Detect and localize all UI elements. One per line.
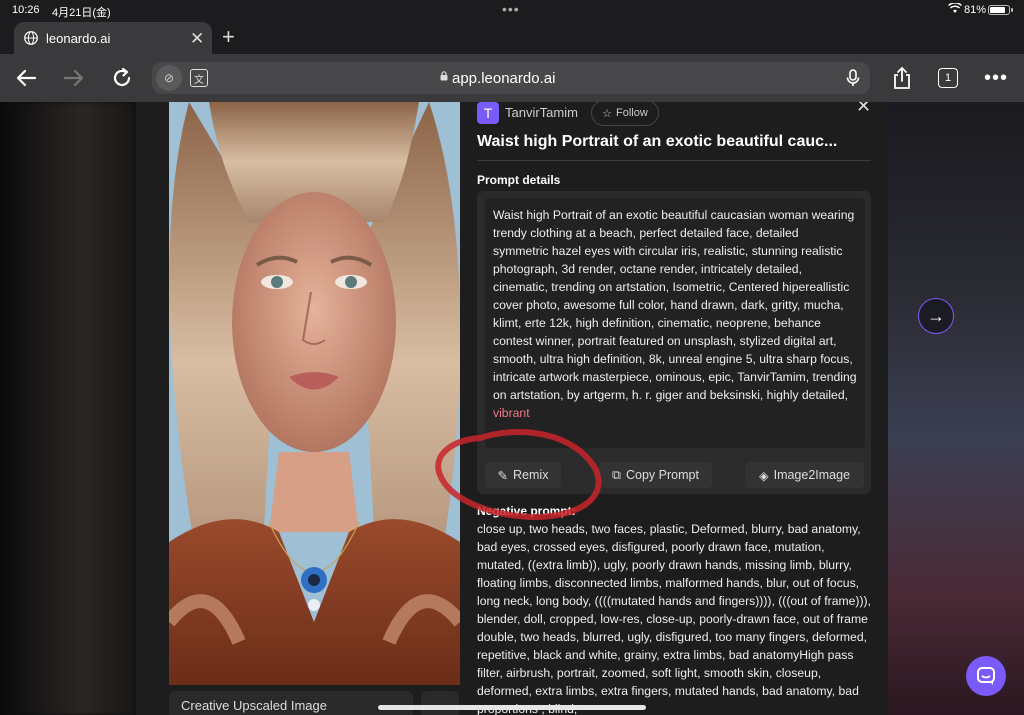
back-icon[interactable] <box>14 66 38 90</box>
username[interactable]: TanvirTamim <box>505 105 578 120</box>
prompt-text-faded: vibrant <box>493 406 530 420</box>
browser-tab[interactable]: leonardo.ai ✕ <box>14 22 212 54</box>
prompt-text: Waist high Portrait of an exotic beautif… <box>493 208 857 402</box>
copy-icon: ⧉ <box>612 467 621 482</box>
close-tab-icon[interactable]: ✕ <box>190 29 204 49</box>
follow-button[interactable]: ☆ Follow <box>591 102 659 126</box>
avatar[interactable]: T <box>477 102 499 124</box>
image-detail-modal: Creative Upscaled Image ✕ T TanvirTamim … <box>136 102 888 715</box>
magic-wand-icon: ✎ <box>497 468 509 483</box>
globe-icon <box>24 31 38 45</box>
lock-icon <box>440 71 448 81</box>
image-title: Waist high Portrait of an exotic beautif… <box>477 133 838 150</box>
battery-icon <box>988 5 1013 15</box>
more-icon[interactable]: ••• <box>984 66 1008 90</box>
tabs-icon[interactable]: 1 <box>938 68 958 88</box>
browser-toolbar: ⊘ 文 app.leonardo.ai 1 ••• <box>0 54 1024 102</box>
prompt-details-box: Waist high Portrait of an exotic beautif… <box>477 191 871 494</box>
mic-icon[interactable] <box>844 69 862 87</box>
image-caption: Creative Upscaled Image <box>181 698 327 713</box>
follow-label: Follow <box>616 107 648 119</box>
multitasking-dots-icon[interactable]: ••• <box>502 1 520 17</box>
wifi-icon <box>948 3 962 13</box>
prompt-text-area: Waist high Portrait of an exotic beautif… <box>485 198 865 448</box>
layers-icon: ◈ <box>758 468 769 483</box>
negative-prompt-text: close up, two heads, two faces, plastic,… <box>477 522 871 715</box>
chat-icon <box>977 667 995 685</box>
background-blur-left <box>0 102 136 715</box>
url-text: app.leonardo.ai <box>452 70 556 87</box>
generated-image[interactable] <box>169 102 460 685</box>
arrow-right-icon: → <box>927 305 945 326</box>
shield-icon[interactable]: ⊘ <box>156 65 182 91</box>
background-blur-right <box>888 102 1024 715</box>
image-option-button[interactable] <box>421 691 459 715</box>
reload-icon[interactable] <box>110 66 134 90</box>
home-indicator[interactable] <box>378 705 646 710</box>
prompt-details-label: Prompt details <box>477 173 561 187</box>
image2image-button[interactable]: ◈ Image2Image <box>745 462 864 488</box>
divider <box>477 160 871 161</box>
support-chat-button[interactable] <box>966 656 1006 696</box>
address-bar[interactable]: ⊘ 文 app.leonardo.ai <box>152 62 870 94</box>
tab-title: leonardo.ai <box>46 31 111 46</box>
remix-label: Remix <box>513 468 549 482</box>
battery-percent: 81% <box>964 4 987 16</box>
copy-prompt-button[interactable]: ⧉ Copy Prompt <box>599 462 712 488</box>
star-icon: ☆ <box>602 107 613 120</box>
remix-button[interactable]: ✎ Remix <box>485 462 561 488</box>
new-tab-icon[interactable]: + <box>222 26 235 48</box>
forward-icon[interactable] <box>62 66 86 90</box>
browser-tab-bar: leonardo.ai ✕ + <box>0 20 1024 54</box>
status-time: 10:26 <box>12 4 40 16</box>
web-page: Creative Upscaled Image ✕ T TanvirTamim … <box>0 102 1024 715</box>
status-date: 4月21日(金) <box>52 7 111 19</box>
negative-prompt-label: Negative prompt: <box>477 504 576 518</box>
next-image-button[interactable]: → <box>918 298 954 334</box>
avatar-letter: T <box>483 105 493 121</box>
image-caption-bar[interactable]: Creative Upscaled Image <box>169 691 413 715</box>
status-bar: 10:26 4月21日(金) ••• 81% <box>0 0 1024 20</box>
translate-icon[interactable]: 文 <box>190 69 208 87</box>
close-modal-icon[interactable]: ✕ <box>856 102 871 117</box>
image2image-label: Image2Image <box>773 468 851 482</box>
share-icon[interactable] <box>890 66 914 90</box>
copy-prompt-label: Copy Prompt <box>625 468 699 482</box>
